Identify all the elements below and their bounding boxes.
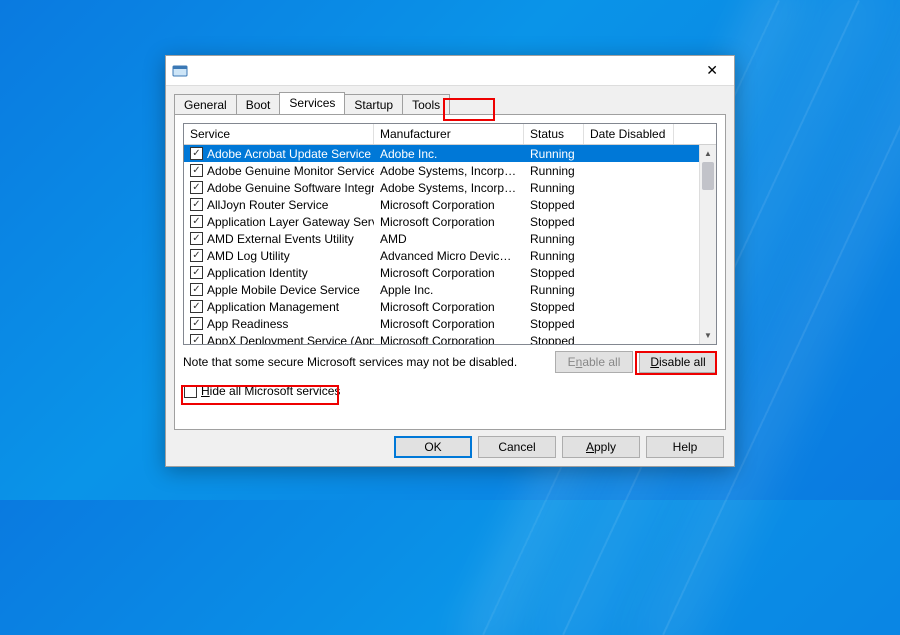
status: Stopped [524,266,584,280]
col-manufacturer[interactable]: Manufacturer [374,124,524,144]
row-checkbox[interactable]: ✓ [190,198,203,211]
apply-button[interactable]: Apply [562,436,640,458]
service-name: Adobe Acrobat Update Service [207,147,371,161]
dialog-buttons: OK Cancel Apply Help [166,436,734,466]
manufacturer: Adobe Systems, Incorpora... [374,164,524,178]
row-checkbox[interactable]: ✓ [190,232,203,245]
ok-button[interactable]: OK [394,436,472,458]
titlebar: ✕ [166,56,734,86]
service-name: Apple Mobile Device Service [207,283,360,297]
manufacturer: Microsoft Corporation [374,300,524,314]
row-checkbox[interactable]: ✓ [190,164,203,177]
manufacturer: Adobe Inc. [374,147,524,161]
row-checkbox[interactable]: ✓ [190,249,203,262]
manufacturer: Apple Inc. [374,283,524,297]
manufacturer: Microsoft Corporation [374,266,524,280]
status: Running [524,283,584,297]
manufacturer: Adobe Systems, Incorpora... [374,181,524,195]
list-header: Service Manufacturer Status Date Disable… [184,124,716,145]
col-status[interactable]: Status [524,124,584,144]
status: Stopped [524,317,584,331]
row-checkbox[interactable]: ✓ [190,283,203,296]
table-row[interactable]: ✓ Apple Mobile Device Service Apple Inc.Ru… [184,281,716,298]
tab-boot[interactable]: Boot [236,94,281,115]
tab-strip: General Boot Services Startup Tools [166,86,734,114]
status: Running [524,232,584,246]
row-checkbox[interactable]: ✓ [190,334,203,344]
table-row[interactable]: ✓ Adobe Genuine Monitor ServiceAdobe Syst… [184,162,716,179]
manufacturer: Advanced Micro Devices, I... [374,249,524,263]
table-row[interactable]: ✓ AllJoyn Router Service Microsoft Corpora… [184,196,716,213]
table-row[interactable]: ✓ Application Management Microsoft Corpora… [184,298,716,315]
checkbox-icon [184,385,197,398]
services-list[interactable]: Service Manufacturer Status Date Disable… [183,123,717,345]
service-name: Application Management [207,300,339,314]
status: Running [524,181,584,195]
table-row[interactable]: ✓ AMD Log Utility Advanced Micro Devices, … [184,247,716,264]
status: Stopped [524,334,584,345]
cancel-button[interactable]: Cancel [478,436,556,458]
scroll-thumb[interactable] [702,162,714,190]
row-checkbox[interactable]: ✓ [190,181,203,194]
manufacturer: Microsoft Corporation [374,334,524,345]
hide-microsoft-label: Hide all Microsoft services [201,384,340,398]
close-button[interactable]: ✕ [698,58,726,83]
tab-general[interactable]: General [174,94,237,115]
msconfig-window: ✕ General Boot Services Startup Tools Se… [165,55,735,467]
status: Running [524,164,584,178]
service-name: AllJoyn Router Service [207,198,328,212]
tab-services[interactable]: Services [279,92,345,114]
hide-microsoft-checkbox[interactable]: Hide all Microsoft services [183,383,344,399]
manufacturer: AMD [374,232,524,246]
scrollbar[interactable]: ▲ ▼ [699,145,716,344]
row-checkbox[interactable]: ✓ [190,147,203,160]
service-name: Application Layer Gateway Service [207,215,374,229]
tab-tools[interactable]: Tools [402,94,450,115]
table-row[interactable]: ✓ Adobe Genuine Software Integri...Adobe … [184,179,716,196]
service-name: AMD Log Utility [207,249,290,263]
table-row[interactable]: ✓ AppX Deployment Service (AppX...Microso… [184,332,716,344]
list-rows: ✓Adobe Acrobat Update ServiceAdobe Inc.R… [184,145,716,344]
service-name: AppX Deployment Service (AppX... [207,334,374,345]
service-name: App Readiness [207,317,288,331]
note-text: Note that some secure Microsoft services… [183,355,517,369]
status: Stopped [524,300,584,314]
status: Stopped [524,198,584,212]
enable-all-button[interactable]: Enable all [555,351,633,373]
table-row[interactable]: ✓ App Readiness Microsoft CorporationStopp… [184,315,716,332]
row-checkbox[interactable]: ✓ [190,266,203,279]
table-row[interactable]: ✓ Adobe Acrobat Update ServiceAdobe Inc.R… [184,145,716,162]
service-name: Adobe Genuine Monitor Service [207,164,374,178]
col-date-disabled[interactable]: Date Disabled [584,124,674,144]
services-panel: Service Manufacturer Status Date Disable… [174,114,726,430]
status: Running [524,147,584,161]
app-icon [172,63,188,79]
table-row[interactable]: ✓ Application Identity Microsoft Corporati… [184,264,716,281]
service-name: Adobe Genuine Software Integri... [207,181,374,195]
service-name: AMD External Events Utility [207,232,354,246]
manufacturer: Microsoft Corporation [374,215,524,229]
manufacturer: Microsoft Corporation [374,198,524,212]
table-row[interactable]: ✓ AMD External Events Utility AMDRunning [184,230,716,247]
row-checkbox[interactable]: ✓ [190,300,203,313]
scroll-up-icon[interactable]: ▲ [700,145,716,162]
help-button[interactable]: Help [646,436,724,458]
row-checkbox[interactable]: ✓ [190,317,203,330]
row-checkbox[interactable]: ✓ [190,215,203,228]
table-row[interactable]: ✓ Application Layer Gateway ServiceMicros… [184,213,716,230]
scroll-down-icon[interactable]: ▼ [700,327,716,344]
col-service[interactable]: Service [184,124,374,144]
service-name: Application Identity [207,266,308,280]
tab-startup[interactable]: Startup [344,94,403,115]
manufacturer: Microsoft Corporation [374,317,524,331]
disable-all-button[interactable]: Disable all [639,351,717,373]
status: Stopped [524,215,584,229]
status: Running [524,249,584,263]
